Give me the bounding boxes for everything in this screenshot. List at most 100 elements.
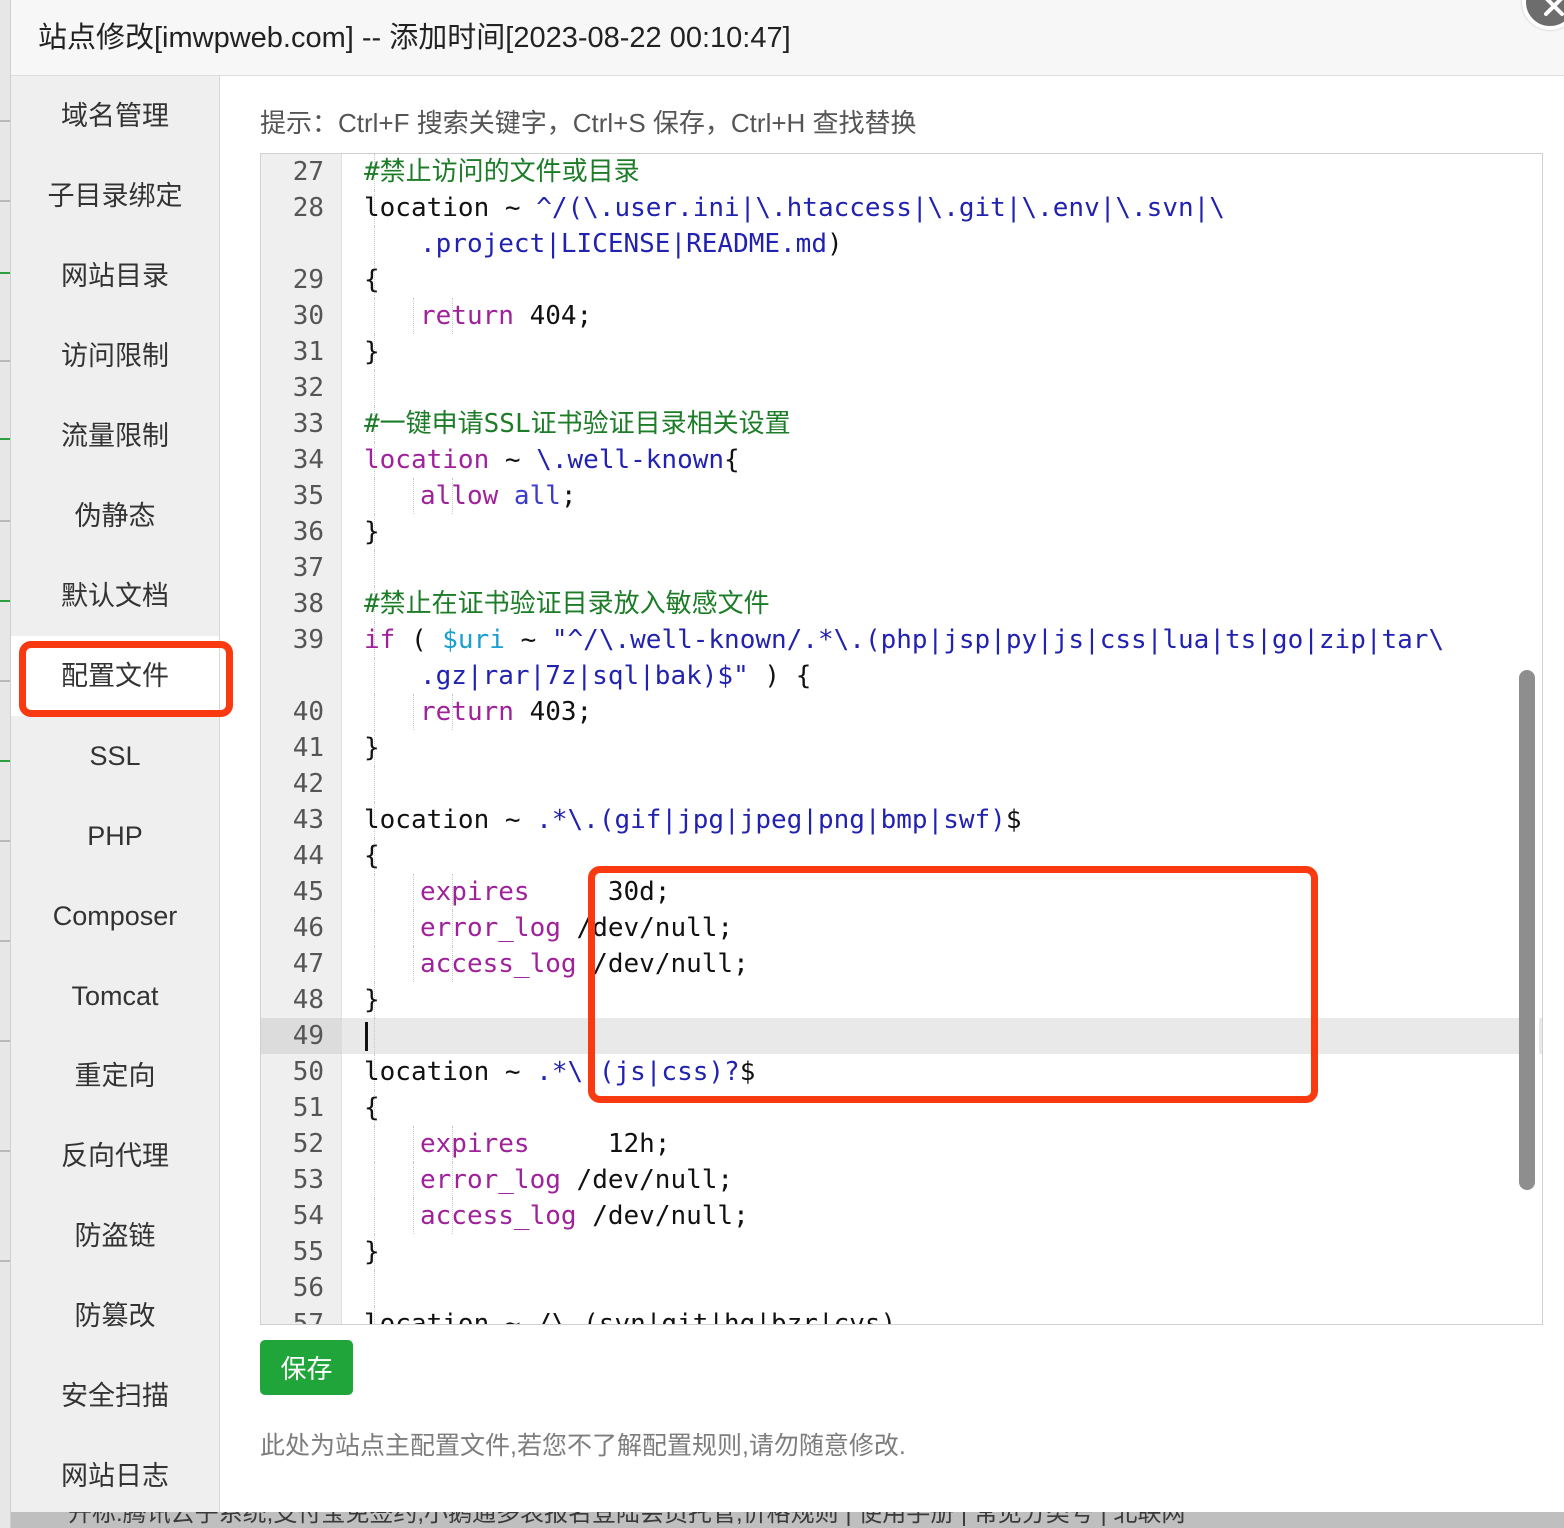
code-line-text: #禁止访问的文件或目录 xyxy=(364,154,640,190)
code-token: .project|LICENSE|README.md xyxy=(420,229,827,259)
sidebar-item-3[interactable]: 访问限制 xyxy=(11,316,219,396)
sidebar-item-7[interactable]: 配置文件 xyxy=(11,636,219,716)
code-line[interactable]: 39 if ( $uri ~ "^/\.well-known/.*\.(php|j… xyxy=(261,622,1542,658)
code-token: #禁止访问的文件或目录 xyxy=(364,157,640,187)
sidebar-item-11[interactable]: Tomcat xyxy=(11,956,219,1036)
code-token: $uri xyxy=(442,625,521,655)
code-line[interactable]: 52 expires 12h; xyxy=(261,1126,1542,1162)
sidebar-item-label: 网站目录 xyxy=(61,261,169,291)
code-line[interactable]: 32 xyxy=(261,370,1542,406)
line-number: 43 xyxy=(292,805,324,835)
sidebar-item-13[interactable]: 反向代理 xyxy=(11,1116,219,1196)
sidebar-item-9[interactable]: PHP xyxy=(11,796,219,876)
code-line[interactable]: 40 return 403; xyxy=(261,694,1542,730)
sidebar-item-16[interactable]: 安全扫描 xyxy=(11,1356,219,1436)
code-token: ; xyxy=(560,481,577,511)
line-number: 32 xyxy=(292,373,324,403)
sidebar-item-12[interactable]: 重定向 xyxy=(11,1036,219,1116)
code-line[interactable]: 37 xyxy=(261,550,1542,586)
code-line-text: error_log /dev/null; xyxy=(364,910,733,946)
editor-scrollbar-thumb[interactable] xyxy=(1519,670,1535,1190)
sidebar-item-6[interactable]: 默认文档 xyxy=(11,556,219,636)
sidebar-item-14[interactable]: 防盗链 xyxy=(11,1196,219,1276)
config-file-editor[interactable]: 27 #禁止访问的文件或目录 28 location ~ ^/(\.user.ini|… xyxy=(260,153,1543,1325)
code-token: location xyxy=(364,445,505,475)
code-line-text: return 404; xyxy=(364,298,592,334)
sidebar-item-1[interactable]: 子目录绑定 xyxy=(11,156,219,236)
code-line[interactable]: 57 location ~ /\.(svn|git|hg|bzr|cvs) xyxy=(261,1306,1542,1325)
bottom-strip-text: 开标:腾讯云子系统,支付宝免签约,小鹅通多表报名登陆会员托管,价格规则 | 使用… xyxy=(68,1512,1186,1527)
code-line-text: location ~ ^/(\.user.ini|\.htaccess|\.gi… xyxy=(364,190,1225,226)
code-line[interactable]: 30 return 404; xyxy=(261,298,1542,334)
code-line-text: } xyxy=(364,334,380,370)
main-content: 提示：Ctrl+F 搜索关键字，Ctrl+S 保存，Ctrl+H 查找替换 27… xyxy=(220,76,1564,1528)
line-number: 55 xyxy=(292,1237,324,1267)
text-cursor xyxy=(365,1022,368,1051)
code-token: /dev/null; xyxy=(576,949,749,979)
line-number: 37 xyxy=(292,553,324,583)
sidebar-item-4[interactable]: 流量限制 xyxy=(11,396,219,476)
sidebar-item-label: 访问限制 xyxy=(61,341,169,371)
code-line[interactable]: 55} xyxy=(261,1234,1542,1270)
code-line[interactable]: 49 xyxy=(261,1018,1542,1054)
code-line[interactable]: 35 allow all; xyxy=(261,478,1542,514)
line-number: 41 xyxy=(292,733,324,763)
line-number: 48 xyxy=(292,985,324,1015)
screen-root: 站点修改[imwpweb.com] -- 添加时间[2023-08-22 00:… xyxy=(0,0,1564,1528)
settings-sidebar[interactable]: 域名管理子目录绑定网站目录访问限制流量限制 伪静态 默认文档 配置文件 SSL PHP Co… xyxy=(11,76,220,1528)
line-number: 30 xyxy=(292,301,324,331)
sidebar-item-label: 重定向 xyxy=(74,1061,156,1091)
sidebar-item-17[interactable]: 网站日志 xyxy=(11,1436,219,1516)
code-token: allow xyxy=(420,481,514,511)
sidebar-item-5[interactable]: 伪静态 xyxy=(11,476,219,556)
code-token: .*\.(gif|jpg|jpeg|png|bmp|swf) xyxy=(536,805,1006,835)
code-line[interactable]: 36} xyxy=(261,514,1542,550)
sidebar-item-8[interactable]: SSL xyxy=(11,716,219,796)
code-token: { xyxy=(724,445,740,475)
code-line[interactable]: 56 xyxy=(261,1270,1542,1306)
code-line[interactable]: 38 #禁止在证书验证目录放入敏感文件 xyxy=(261,586,1542,622)
code-line[interactable]: 43 location ~ .*\.(gif|jpg|jpeg|png|bmp|s… xyxy=(261,802,1542,838)
code-line[interactable]: 51 { xyxy=(261,1090,1542,1126)
line-number: 49 xyxy=(261,1018,342,1054)
sidebar-item-15[interactable]: 防篡改 xyxy=(11,1276,219,1356)
code-line[interactable]: 44 { xyxy=(261,838,1542,874)
sidebar-item-label: 反向代理 xyxy=(61,1141,169,1171)
code-line[interactable]: 45 expires 30d; xyxy=(261,874,1542,910)
sidebar-item-label: 域名管理 xyxy=(61,101,169,131)
code-line-text: if ( $uri ~ "^/\.well-known/.*\.(php|jsp… xyxy=(364,622,1444,658)
code-line[interactable]: 27 #禁止访问的文件或目录 xyxy=(261,154,1542,190)
code-lines-container[interactable]: 27 #禁止访问的文件或目录 28 location ~ ^/(\.user.ini|… xyxy=(261,154,1542,1324)
code-token: ~ xyxy=(504,445,537,475)
code-line[interactable]: 28 location ~ ^/(\.user.ini|\.htaccess|\.… xyxy=(261,190,1542,226)
line-number: 57 xyxy=(292,1309,324,1325)
code-line[interactable]: 31} xyxy=(261,334,1542,370)
sidebar-item-label: 安全扫描 xyxy=(61,1381,169,1411)
line-number: 40 xyxy=(292,697,324,727)
code-line[interactable]: 54 access_log /dev/null; xyxy=(261,1198,1542,1234)
code-token: ^/(\.user.ini|\.htaccess|\.git|\.env|\.s… xyxy=(536,193,1225,223)
code-line[interactable]: 46 error_log /dev/null; xyxy=(261,910,1542,946)
line-number: 52 xyxy=(292,1129,324,1159)
shortcut-hint: 提示：Ctrl+F 搜索关键字，Ctrl+S 保存，Ctrl+H 查找替换 xyxy=(260,108,917,138)
code-line[interactable]: 53 error_log /dev/null; xyxy=(261,1162,1542,1198)
sidebar-item-0[interactable]: 域名管理 xyxy=(11,76,219,156)
sidebar-item-2[interactable]: 网站目录 xyxy=(11,236,219,316)
editor-scrollbar-track[interactable] xyxy=(1519,158,1539,1320)
code-line[interactable]: 48} xyxy=(261,982,1542,1018)
code-line[interactable]: 42 xyxy=(261,766,1542,802)
code-line[interactable]: 47 access_log /dev/null; xyxy=(261,946,1542,982)
line-number: 51 xyxy=(292,1093,324,1123)
code-line[interactable]: 33 #一键申请SSL证书验证目录相关设置 xyxy=(261,406,1542,442)
code-line[interactable]: .project|LICENSE|README.md) xyxy=(261,226,1542,262)
code-line[interactable]: 41} xyxy=(261,730,1542,766)
code-line-text: error_log /dev/null; xyxy=(364,1162,733,1198)
save-button[interactable]: 保存 xyxy=(260,1340,353,1395)
sidebar-item-10[interactable]: Composer xyxy=(11,876,219,956)
code-line-text: location ~ .*\.(js|css)?$ xyxy=(364,1054,755,1090)
code-line[interactable]: 34 location ~ \.well-known{ xyxy=(261,442,1542,478)
code-line[interactable]: 50 location ~ .*\.(js|css)?$ xyxy=(261,1054,1542,1090)
code-line[interactable]: .gz|rar|7z|sql|bak)$" ) { xyxy=(261,658,1542,694)
code-line[interactable]: 29 { xyxy=(261,262,1542,298)
sidebar-item-label: 防篡改 xyxy=(74,1301,156,1331)
